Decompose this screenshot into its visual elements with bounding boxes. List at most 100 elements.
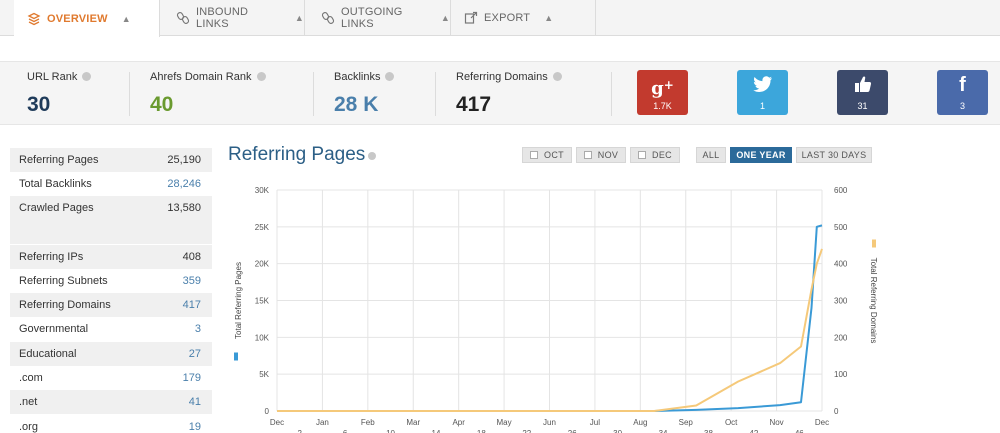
range-one-year[interactable]: ONE YEAR	[730, 147, 792, 163]
link-icon	[176, 11, 190, 25]
row-label: Total Backlinks	[19, 178, 92, 190]
link-icon	[321, 11, 335, 25]
row-value-link[interactable]: 19	[189, 421, 201, 433]
table-row: Educational 27	[10, 342, 212, 366]
tab-inbound-links[interactable]: INBOUND LINKS ▲	[160, 0, 305, 36]
x-tick-label: Jul	[590, 418, 600, 427]
x-week-label: 18	[477, 429, 486, 433]
x-week-label: 14	[432, 429, 441, 433]
stat-value: 30	[27, 93, 51, 116]
row-value-link[interactable]: 3	[195, 323, 201, 335]
filter-label: DEC	[652, 150, 672, 160]
table-row: Referring IPs 408	[10, 245, 212, 269]
row-value-link[interactable]: 359	[183, 275, 201, 287]
thumbs-up-icon	[837, 75, 888, 97]
checkbox-icon[interactable]	[638, 151, 647, 159]
help-icon[interactable]	[256, 72, 266, 81]
y-tick-label: 20K	[255, 260, 270, 269]
range-last-30-days[interactable]: LAST 30 DAYS	[796, 147, 872, 163]
table-row: Governmental 3	[10, 317, 212, 341]
tab-overview[interactable]: OVERVIEW ▲	[14, 0, 160, 37]
caret-up-icon: ▲	[294, 13, 304, 23]
x-tick-label: Sep	[679, 418, 694, 427]
row-value: 408	[182, 251, 201, 263]
row-label: Referring Pages	[19, 154, 99, 166]
x-tick-label: Feb	[361, 418, 375, 427]
y-tick-label: 25K	[255, 223, 270, 232]
x-tick-label: Oct	[725, 418, 738, 427]
table-row: Crawled Pages 13,580	[10, 196, 212, 220]
y2-tick-label: 600	[834, 186, 848, 195]
divider	[435, 72, 436, 116]
google-plus-button[interactable]: g+ 1.7K	[637, 70, 688, 115]
y2-tick-label: 100	[834, 370, 848, 379]
filter-nov[interactable]: NOV	[576, 147, 626, 163]
range-all[interactable]: ALL	[696, 147, 726, 163]
x-tick-label: Mar	[406, 418, 420, 427]
row-value-link[interactable]: 417	[183, 299, 201, 311]
stat-label: Backlinks	[334, 71, 381, 83]
table-row: .com 179	[10, 366, 212, 390]
metrics-table: Referring Pages 25,190 Total Backlinks 2…	[10, 148, 212, 433]
x-week-label: 42	[749, 429, 758, 433]
row-value: 25,190	[167, 154, 201, 166]
google-plus-icon: g+	[651, 78, 674, 99]
help-icon[interactable]	[82, 72, 92, 81]
y-tick-label: 5K	[259, 370, 269, 379]
help-icon[interactable]	[385, 72, 395, 81]
checkbox-icon[interactable]	[530, 151, 539, 159]
x-tick-label: Dec	[270, 418, 284, 427]
twitter-button[interactable]: 1	[737, 70, 788, 115]
x-tick-label: Nov	[769, 418, 783, 427]
row-label: Referring IPs	[19, 251, 84, 263]
chart-title-text: Referring Pages	[228, 144, 366, 165]
filter-dec[interactable]: DEC	[630, 147, 680, 163]
help-icon[interactable]	[368, 152, 377, 160]
x-week-label: 30	[613, 429, 622, 433]
row-label: .org	[19, 421, 38, 433]
y2-tick-label: 500	[834, 223, 848, 232]
x-week-label: 34	[659, 429, 668, 433]
twitter-icon	[737, 75, 788, 97]
table-row: Referring Subnets 359	[10, 269, 212, 293]
share-count: 1.7K	[653, 101, 672, 111]
row-label: Crawled Pages	[19, 202, 94, 214]
chart-title: Referring Pages	[228, 144, 377, 166]
row-value-link[interactable]: 28,246	[167, 178, 201, 190]
stat-label: Ahrefs Domain Rank	[150, 71, 252, 83]
filter-label: LAST 30 DAYS	[801, 150, 867, 160]
facebook-icon: f	[959, 74, 966, 96]
row-value-link[interactable]: 41	[189, 396, 201, 408]
referring-pages-chart: 0 0 5K 100 10K 200 15K 300 20K 400 25K 500 30K 600 Dec…	[234, 186, 878, 433]
x-week-label: 2	[297, 429, 302, 433]
help-icon[interactable]	[552, 72, 562, 81]
like-button[interactable]: 31	[837, 70, 888, 115]
stat-label: URL Rank	[27, 71, 78, 83]
row-value-link[interactable]: 27	[189, 348, 201, 360]
tab-overview-label: OVERVIEW	[47, 12, 108, 25]
y2-tick-label: 300	[834, 297, 848, 306]
export-icon	[464, 11, 478, 25]
row-label: .net	[19, 396, 38, 408]
caret-up-icon: ▲	[121, 13, 131, 24]
legend-swatch-pages	[234, 352, 238, 361]
table-row: Referring Pages 25,190	[10, 148, 212, 172]
x-week-label: 10	[386, 429, 395, 433]
filter-oct[interactable]: OCT	[522, 147, 572, 163]
tab-inbound-links-label: INBOUND LINKS	[196, 6, 249, 30]
x-tick-label: May	[497, 418, 512, 427]
divider	[611, 72, 612, 116]
y-tick-label: 0	[265, 407, 270, 416]
tab-outgoing-links[interactable]: OUTGOING LINKS ▲	[305, 0, 451, 36]
x-week-label: 38	[704, 429, 713, 433]
y2-tick-label: 200	[834, 333, 848, 342]
tab-outgoing-links-label: OUTGOING LINKS	[341, 6, 403, 30]
stat-value: 28 K	[334, 93, 379, 116]
filter-label: OCT	[544, 150, 564, 160]
tab-export[interactable]: EXPORT ▲	[451, 0, 596, 36]
y-axis-title: Total Referring Pages	[234, 262, 243, 339]
facebook-button[interactable]: f 3	[937, 70, 988, 115]
x-tick-label: Jun	[543, 418, 556, 427]
checkbox-icon[interactable]	[583, 151, 592, 159]
row-value-link[interactable]: 179	[183, 372, 201, 384]
